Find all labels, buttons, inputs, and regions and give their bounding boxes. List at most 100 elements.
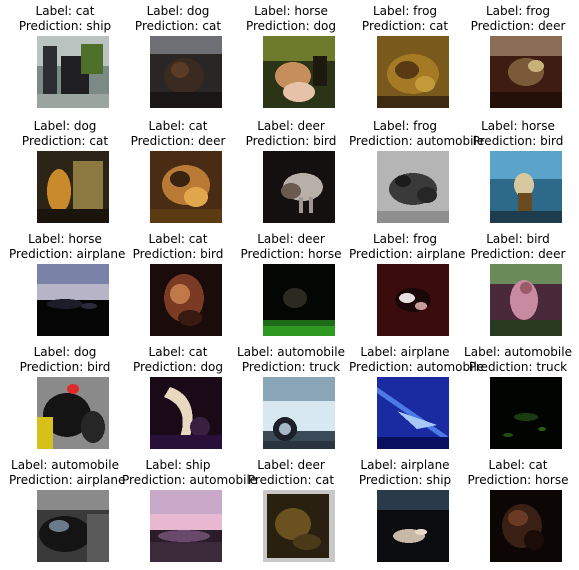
prediction-text: Prediction: automobile <box>349 134 485 148</box>
prediction-text: Prediction: cat <box>247 473 335 487</box>
grid-cell: Label: deer Prediction: cat <box>235 458 347 570</box>
grid-cell: Label: cat Prediction: bird <box>122 232 234 344</box>
prediction-text: Prediction: bird <box>19 360 111 374</box>
grid-cell: Label: frog Prediction: deer <box>462 4 574 116</box>
label-text: Label: deer <box>257 119 325 133</box>
thumbnail-image <box>377 151 449 223</box>
thumbnail-image <box>377 490 449 562</box>
grid-cell: Label: dog Prediction: bird <box>9 345 121 457</box>
grid-cell: Label: deer Prediction: horse <box>235 232 347 344</box>
thumbnail-image <box>377 377 449 449</box>
thumbnail-image <box>490 36 562 108</box>
thumbnail-image <box>490 264 562 336</box>
thumbnail-image <box>37 490 109 562</box>
prediction-text: Prediction: automobile <box>349 360 485 374</box>
grid-cell: Label: frog Prediction: cat <box>349 4 461 116</box>
label-text: Label: airplane <box>360 345 450 359</box>
prediction-text: Prediction: dog <box>245 19 337 33</box>
grid-cell: Label: automobile Prediction: truck <box>462 345 574 457</box>
grid-cell: Label: horse Prediction: airplane <box>9 232 126 344</box>
thumbnail-image <box>263 490 335 562</box>
prediction-text: Prediction: horse <box>240 247 342 261</box>
grid-cell: Label: automobile Prediction: airplane <box>9 458 126 570</box>
label-text: Label: dog <box>33 119 97 133</box>
label-text: Label: deer <box>257 458 325 472</box>
grid-cell: Label: airplane Prediction: ship <box>349 458 461 570</box>
prediction-text: Prediction: ship <box>358 473 452 487</box>
grid-cell: Label: cat Prediction: deer <box>122 119 234 231</box>
thumbnail-image <box>490 490 562 562</box>
grid-cell: Label: frog Prediction: airplane <box>349 232 466 344</box>
grid-cell: Label: automobile Prediction: truck <box>235 345 347 457</box>
prediction-text: Prediction: truck <box>241 360 341 374</box>
prediction-text: Prediction: deer <box>470 247 566 261</box>
prediction-text: Prediction: airplane <box>349 247 466 261</box>
thumbnail-image <box>150 264 222 336</box>
label-text: Label: cat <box>148 345 208 359</box>
label-text: Label: horse <box>254 4 328 18</box>
prediction-text: Prediction: deer <box>470 19 566 33</box>
grid-cell: Label: frog Prediction: automobile <box>349 119 485 231</box>
grid-cell: Label: deer Prediction: bird <box>235 119 347 231</box>
grid-cell: Label: dog Prediction: cat <box>122 4 234 116</box>
label-text: Label: automobile <box>237 345 345 359</box>
grid-cell: Label: dog Prediction: cat <box>9 119 121 231</box>
prediction-text: Prediction: bird <box>245 134 337 148</box>
thumbnail-image <box>377 36 449 108</box>
thumbnail-image <box>377 264 449 336</box>
thumbnail-image <box>263 264 335 336</box>
grid-cell: Label: ship Prediction: automobile <box>122 458 258 570</box>
thumbnail-image <box>263 36 335 108</box>
prediction-text: Prediction: dog <box>132 360 224 374</box>
thumbnail-image <box>37 377 109 449</box>
thumbnail-image <box>263 377 335 449</box>
label-text: Label: cat <box>148 232 208 246</box>
prediction-text: Prediction: horse <box>467 473 569 487</box>
thumbnail-image <box>37 151 109 223</box>
prediction-text: Prediction: airplane <box>9 473 126 487</box>
thumbnail-image <box>150 377 222 449</box>
label-text: Label: ship <box>145 458 211 472</box>
grid-cell: Label: cat Prediction: dog <box>122 345 234 457</box>
prediction-text: Prediction: truck <box>468 360 568 374</box>
label-text: Label: dog <box>146 4 210 18</box>
label-text: Label: bird <box>486 232 550 246</box>
prediction-text: Prediction: cat <box>21 134 109 148</box>
thumbnail-image <box>37 264 109 336</box>
prediction-text: Prediction: airplane <box>9 247 126 261</box>
label-text: Label: frog <box>372 4 438 18</box>
label-text: Label: cat <box>35 4 95 18</box>
prediction-text: Prediction: ship <box>18 19 112 33</box>
label-text: Label: deer <box>257 232 325 246</box>
prediction-text: Prediction: deer <box>130 134 226 148</box>
thumbnail-image <box>263 151 335 223</box>
grid-cell: Label: bird Prediction: deer <box>462 232 574 344</box>
thumbnail-image <box>37 36 109 108</box>
thumbnail-image <box>150 151 222 223</box>
prediction-text: Prediction: bird <box>132 247 224 261</box>
label-text: Label: horse <box>481 119 555 133</box>
label-text: Label: airplane <box>360 458 450 472</box>
label-text: Label: automobile <box>464 345 572 359</box>
thumbnail-image <box>490 377 562 449</box>
grid-cell: Label: cat Prediction: ship <box>9 4 121 116</box>
prediction-text: Prediction: cat <box>361 19 449 33</box>
label-text: Label: cat <box>488 458 548 472</box>
thumbnail-image <box>150 490 222 562</box>
grid-cell: Label: horse Prediction: dog <box>235 4 347 116</box>
grid-cell: Label: horse Prediction: bird <box>462 119 574 231</box>
prediction-text: Prediction: cat <box>134 19 222 33</box>
thumbnail-image <box>150 36 222 108</box>
thumbnail-image <box>490 151 562 223</box>
prediction-text: Prediction: bird <box>472 134 564 148</box>
label-text: Label: frog <box>372 119 438 133</box>
label-text: Label: frog <box>485 4 551 18</box>
label-text: Label: frog <box>372 232 438 246</box>
grid-cell: Label: cat Prediction: horse <box>462 458 574 570</box>
label-text: Label: cat <box>148 119 208 133</box>
label-text: Label: automobile <box>11 458 119 472</box>
grid-cell: Label: airplane Prediction: automobile <box>349 345 485 457</box>
label-text: Label: horse <box>28 232 102 246</box>
prediction-text: Prediction: automobile <box>122 473 258 487</box>
label-text: Label: dog <box>33 345 97 359</box>
